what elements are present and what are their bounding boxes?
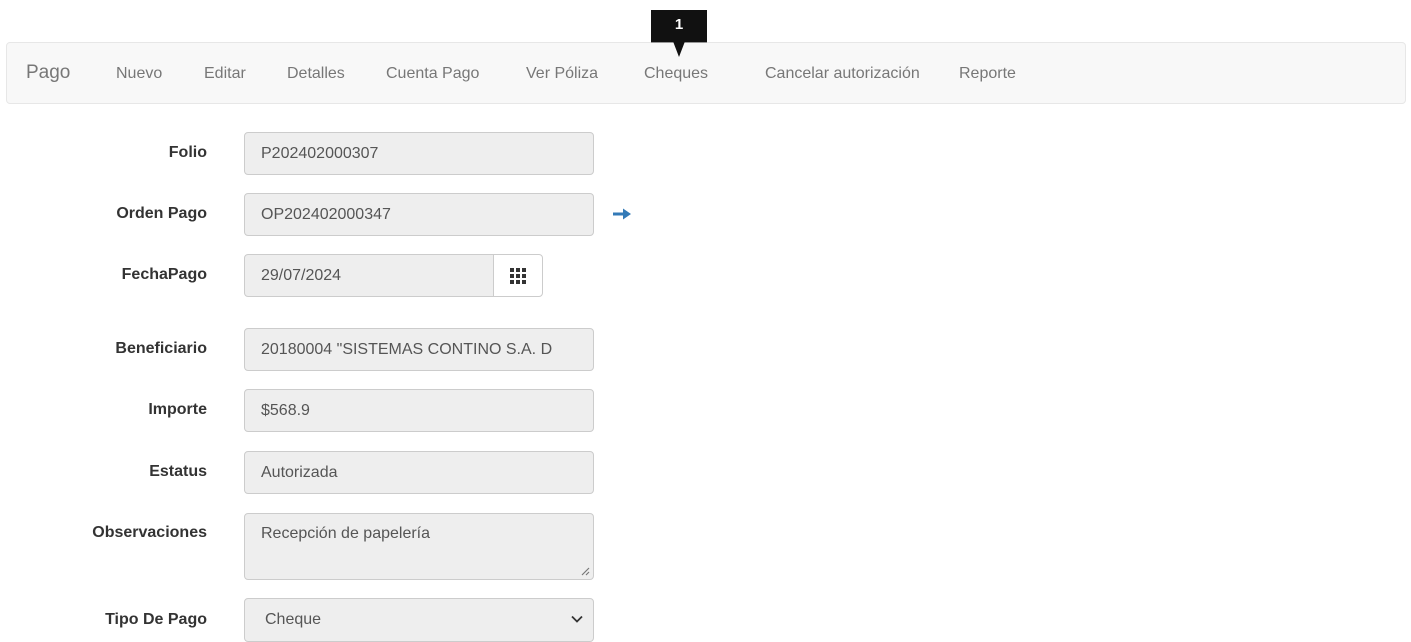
observaciones-textarea[interactable]: Recepción de papelería bbox=[244, 513, 594, 580]
beneficiario-label: Beneficiario bbox=[115, 340, 207, 357]
tipo-de-pago-label: Tipo De Pago bbox=[105, 611, 207, 628]
orden-pago-label: Orden Pago bbox=[116, 205, 207, 222]
importe-field[interactable]: $568.9 bbox=[244, 389, 594, 432]
nav-item-nuevo[interactable]: Nuevo bbox=[116, 64, 162, 84]
orden-pago-field[interactable]: OP202402000347 bbox=[244, 193, 594, 236]
chevron-down-icon bbox=[571, 615, 583, 623]
folio-field[interactable]: P202402000307 bbox=[244, 132, 594, 175]
nav-item-cuenta-pago[interactable]: Cuenta Pago bbox=[386, 64, 479, 84]
nav-item-editar[interactable]: Editar bbox=[204, 64, 246, 84]
nav-item-ver-poliza[interactable]: Ver Póliza bbox=[526, 64, 598, 84]
estatus-label: Estatus bbox=[149, 463, 207, 480]
estatus-field[interactable]: Autorizada bbox=[244, 451, 594, 494]
nav-item-cancelar-autorizacion[interactable]: Cancelar autorización bbox=[765, 64, 920, 84]
date-picker-button[interactable] bbox=[493, 254, 543, 297]
top-navbar: Pago Nuevo Editar Detalles Cuenta Pago V… bbox=[6, 42, 1406, 104]
importe-label: Importe bbox=[148, 401, 207, 418]
resize-handle-icon[interactable] bbox=[581, 567, 590, 576]
observaciones-label: Observaciones bbox=[92, 524, 207, 541]
tipo-de-pago-select[interactable]: Cheque bbox=[244, 598, 594, 642]
fecha-pago-field[interactable]: 29/07/2024 bbox=[244, 254, 494, 297]
beneficiario-field[interactable]: 20180004 "SISTEMAS CONTINO S.A. D bbox=[244, 328, 594, 371]
folio-label: Folio bbox=[168, 144, 207, 161]
navbar-brand[interactable]: Pago bbox=[26, 62, 70, 84]
arrow-right-icon[interactable] bbox=[611, 206, 633, 222]
tipo-de-pago-value: Cheque bbox=[265, 611, 322, 628]
nav-item-detalles[interactable]: Detalles bbox=[287, 64, 345, 84]
observaciones-text: Recepción de papelería bbox=[261, 525, 431, 542]
nav-item-reporte[interactable]: Reporte bbox=[959, 64, 1016, 84]
calendar-grid-icon bbox=[510, 267, 526, 284]
fecha-pago-label: FechaPago bbox=[121, 266, 207, 283]
nav-item-cheques[interactable]: Cheques bbox=[644, 64, 708, 84]
